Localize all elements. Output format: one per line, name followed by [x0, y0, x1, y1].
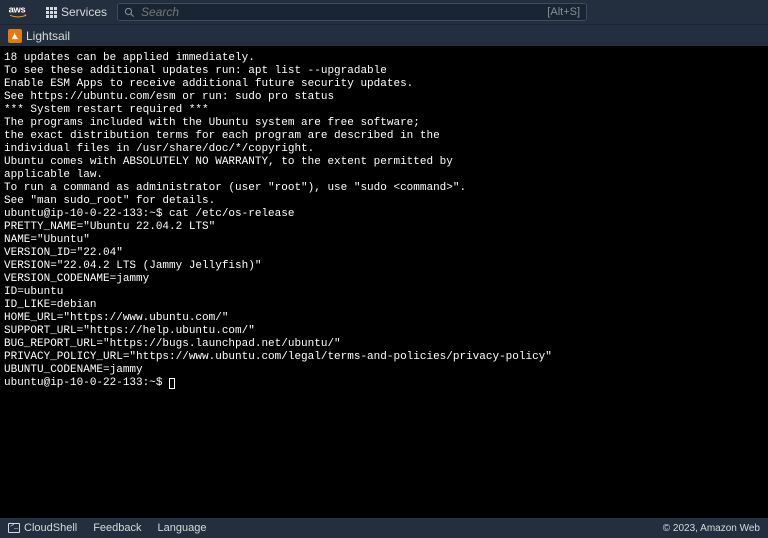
- aws-logo[interactable]: aws: [8, 4, 36, 20]
- search-shortcut: [Alt+S]: [547, 6, 580, 18]
- terminal-line: See "man sudo_root" for details.: [4, 195, 764, 208]
- terminal-line: the exact distribution terms for each pr…: [4, 130, 764, 143]
- terminal-line: BUG_REPORT_URL="https://bugs.launchpad.n…: [4, 338, 764, 351]
- copyright-text: © 2023, Amazon Web: [663, 523, 760, 534]
- terminal-line: PRETTY_NAME="Ubuntu 22.04.2 LTS": [4, 221, 764, 234]
- terminal-line: 18 updates can be applied immediately.: [4, 52, 764, 65]
- terminal-line: ubuntu@ip-10-0-22-133:~$ cat /etc/os-rel…: [4, 208, 764, 221]
- terminal-line: NAME="Ubuntu": [4, 234, 764, 247]
- terminal-line: See https://ubuntu.com/esm or run: sudo …: [4, 91, 764, 104]
- aws-header: aws Services [Alt+S]: [0, 0, 768, 24]
- aws-footer: CloudShell Feedback Language © 2023, Ama…: [0, 518, 768, 538]
- terminal-line: individual files in /usr/share/doc/*/cop…: [4, 143, 764, 156]
- terminal-output[interactable]: 18 updates can be applied immediately.To…: [0, 46, 768, 518]
- terminal-line: UBUNTU_CODENAME=jammy: [4, 364, 764, 377]
- terminal-line: Enable ESM Apps to receive additional fu…: [4, 78, 764, 91]
- language-menu[interactable]: Language: [158, 522, 207, 534]
- search-box[interactable]: [Alt+S]: [117, 3, 587, 21]
- search-input[interactable]: [141, 5, 541, 19]
- terminal-line: HOME_URL="https://www.ubuntu.com/": [4, 312, 764, 325]
- terminal-prompt[interactable]: ubuntu@ip-10-0-22-133:~$: [4, 377, 764, 390]
- terminal-line: ID_LIKE=debian: [4, 299, 764, 312]
- terminal-line: To run a command as administrator (user …: [4, 182, 764, 195]
- grid-icon: [46, 7, 57, 18]
- terminal-line: VERSION_CODENAME=jammy: [4, 273, 764, 286]
- service-bar: Lightsail: [0, 24, 768, 46]
- feedback-link[interactable]: Feedback: [93, 522, 141, 534]
- terminal-line: VERSION_ID="22.04": [4, 247, 764, 260]
- terminal-line: Ubuntu comes with ABSOLUTELY NO WARRANTY…: [4, 156, 764, 169]
- services-menu[interactable]: Services: [46, 5, 107, 19]
- cursor: [169, 378, 175, 389]
- cloudshell-icon: [8, 523, 20, 533]
- search-icon: [124, 7, 135, 18]
- cloudshell-button[interactable]: CloudShell: [8, 522, 77, 534]
- terminal-line: *** System restart required ***: [4, 104, 764, 117]
- terminal-line: To see these additional updates run: apt…: [4, 65, 764, 78]
- service-name[interactable]: Lightsail: [26, 29, 70, 43]
- services-label: Services: [61, 5, 107, 19]
- terminal-line: PRIVACY_POLICY_URL="https://www.ubuntu.c…: [4, 351, 764, 364]
- terminal-line: applicable law.: [4, 169, 764, 182]
- terminal-line: SUPPORT_URL="https://help.ubuntu.com/": [4, 325, 764, 338]
- terminal-line: VERSION="22.04.2 LTS (Jammy Jellyfish)": [4, 260, 764, 273]
- lightsail-icon: [8, 29, 22, 43]
- svg-text:aws: aws: [9, 5, 26, 15]
- terminal-line: The programs included with the Ubuntu sy…: [4, 117, 764, 130]
- terminal-line: ID=ubuntu: [4, 286, 764, 299]
